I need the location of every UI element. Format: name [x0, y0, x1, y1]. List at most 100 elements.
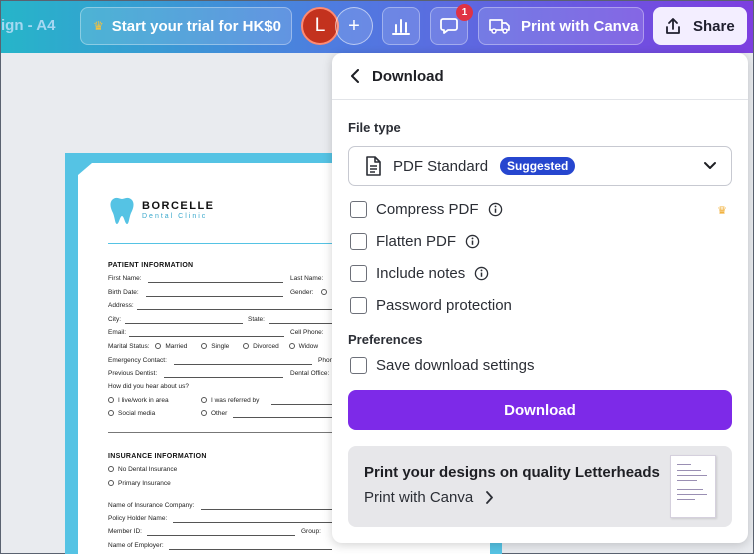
- insurance-info-heading: INSURANCE INFORMATION: [108, 453, 207, 460]
- clinic-logo: BORCELLE Dental Clinic: [108, 196, 215, 226]
- married-radio: [155, 343, 162, 350]
- user-avatar[interactable]: L: [301, 7, 339, 45]
- brand-name: BORCELLE: [142, 200, 215, 212]
- other-text: Other: [211, 410, 228, 417]
- email-line: [129, 336, 284, 337]
- primary-insurance-option: Primary Insurance: [108, 480, 171, 487]
- promo-title: Print your designs on quality Letterhead…: [364, 464, 660, 481]
- compress-pdf-option[interactable]: Compress PDF: [350, 201, 503, 218]
- save-settings-option[interactable]: Save download settings: [350, 357, 534, 374]
- suggested-badge: Suggested: [500, 157, 576, 175]
- document-title[interactable]: ign - A4: [1, 17, 55, 34]
- file-type-label: File type: [348, 120, 401, 135]
- birth-date-label: Birth Date:: [108, 289, 139, 296]
- download-panel-header: Download: [332, 53, 748, 100]
- policy-holder-line: [173, 522, 332, 523]
- hear-about-label: How did you hear about us?: [108, 383, 189, 390]
- file-type-select[interactable]: PDF Standard Suggested: [348, 146, 732, 186]
- other-line: [233, 417, 332, 418]
- password-protection-checkbox[interactable]: [350, 297, 367, 314]
- include-notes-label: Include notes: [376, 265, 466, 282]
- social-media-option: Social media: [108, 410, 155, 417]
- section-divider: [108, 432, 332, 433]
- save-settings-checkbox[interactable]: [350, 357, 367, 374]
- gender-radio: [321, 289, 328, 296]
- no-insurance-text: No Dental Insurance: [118, 466, 178, 473]
- save-settings-label: Save download settings: [376, 357, 535, 374]
- file-type-value: PDF Standard: [393, 157, 489, 175]
- share-button[interactable]: Share: [653, 7, 747, 45]
- social-media-radio: [108, 410, 114, 417]
- other-option: Other: [201, 410, 227, 417]
- truck-icon: [489, 19, 510, 34]
- print-with-canva-label: Print with Canva: [521, 17, 639, 35]
- insights-button[interactable]: [382, 7, 420, 45]
- tooth-icon: [110, 197, 134, 224]
- brand-subtitle: Dental Clinic: [142, 213, 208, 220]
- download-button[interactable]: Download: [348, 390, 732, 430]
- info-icon[interactable]: [474, 266, 489, 281]
- insurance-company-line: [201, 509, 332, 510]
- first-name-line: [148, 282, 283, 283]
- referred-radio: [201, 397, 207, 404]
- compress-pdf-label: Compress PDF: [376, 201, 479, 218]
- chevron-down-icon: [704, 162, 716, 169]
- address-label: Address:: [108, 302, 134, 309]
- include-notes-checkbox[interactable]: [350, 265, 367, 282]
- previous-dentist-label: Previous Dentist:: [108, 370, 158, 377]
- compress-pdf-checkbox[interactable]: [350, 201, 367, 218]
- print-with-canva-link[interactable]: Print with Canva: [364, 489, 494, 506]
- info-icon[interactable]: [488, 202, 503, 217]
- flatten-pdf-label: Flatten PDF: [376, 233, 457, 250]
- back-chevron-icon[interactable]: [350, 69, 360, 83]
- letterhead-thumbnail: [670, 455, 716, 518]
- bar-chart-icon: [392, 19, 410, 35]
- emergency-contact-label: Emergency Contact:: [108, 357, 167, 364]
- top-toolbar: ign - A4 ♛ Start your trial for HK$0 L +…: [1, 1, 753, 53]
- info-icon[interactable]: [465, 234, 480, 249]
- start-trial-label: Start your trial for HK$0: [111, 17, 281, 35]
- state-line: [269, 323, 332, 324]
- pro-crown-icon: ♛: [717, 205, 727, 217]
- flatten-pdf-option[interactable]: Flatten PDF: [350, 233, 480, 250]
- birth-date-line: [146, 296, 283, 297]
- member-id-label: Member ID:: [108, 528, 142, 535]
- notification-badge: 1: [456, 4, 473, 21]
- preferences-label: Preferences: [348, 332, 423, 347]
- emergency-contact-line: [174, 364, 312, 365]
- employer-label: Name of Employer:: [108, 542, 164, 549]
- married-label: Married: [165, 343, 188, 350]
- share-label: Share: [693, 17, 735, 35]
- live-work-radio: [108, 397, 114, 404]
- last-name-label: Last Name:: [290, 275, 324, 282]
- other-radio: [201, 410, 207, 417]
- policy-holder-label: Policy Holder Name:: [108, 515, 168, 522]
- comments-button[interactable]: 1: [430, 4, 473, 45]
- city-label: City:: [108, 316, 121, 323]
- previous-dentist-line: [164, 377, 283, 378]
- print-with-canva-button[interactable]: Print with Canva: [478, 7, 644, 45]
- promo-link-label: Print with Canva: [364, 489, 474, 506]
- no-insurance-radio: [108, 466, 114, 473]
- include-notes-option[interactable]: Include notes: [350, 265, 489, 282]
- live-work-text: I live/work in area: [118, 397, 169, 404]
- marital-status-row: Marital Status: Married Single Divorced …: [108, 343, 318, 350]
- group-label: Group:: [301, 528, 321, 535]
- single-radio: [201, 343, 208, 350]
- flatten-pdf-checkbox[interactable]: [350, 233, 367, 250]
- cell-phone-label: Cell Phone:: [290, 329, 324, 336]
- add-collaborator-button[interactable]: +: [335, 7, 373, 45]
- start-trial-button[interactable]: ♛ Start your trial for HK$0: [80, 7, 292, 45]
- insurance-company-label: Name of Insurance Company:: [108, 502, 195, 509]
- chevron-right-icon: [486, 491, 494, 504]
- referred-text: I was referred by: [211, 397, 260, 404]
- address-line: [137, 309, 332, 310]
- password-protection-option[interactable]: Password protection: [350, 297, 512, 314]
- comment-icon: [440, 18, 458, 34]
- download-panel: Download File type PDF Standard Suggeste…: [332, 53, 748, 543]
- divorced-radio: [243, 343, 250, 350]
- no-insurance-option: No Dental Insurance: [108, 466, 177, 473]
- print-promo-card[interactable]: Print your designs on quality Letterhead…: [348, 446, 732, 527]
- download-panel-title: Download: [372, 67, 444, 85]
- widow-label: Widow: [298, 343, 319, 350]
